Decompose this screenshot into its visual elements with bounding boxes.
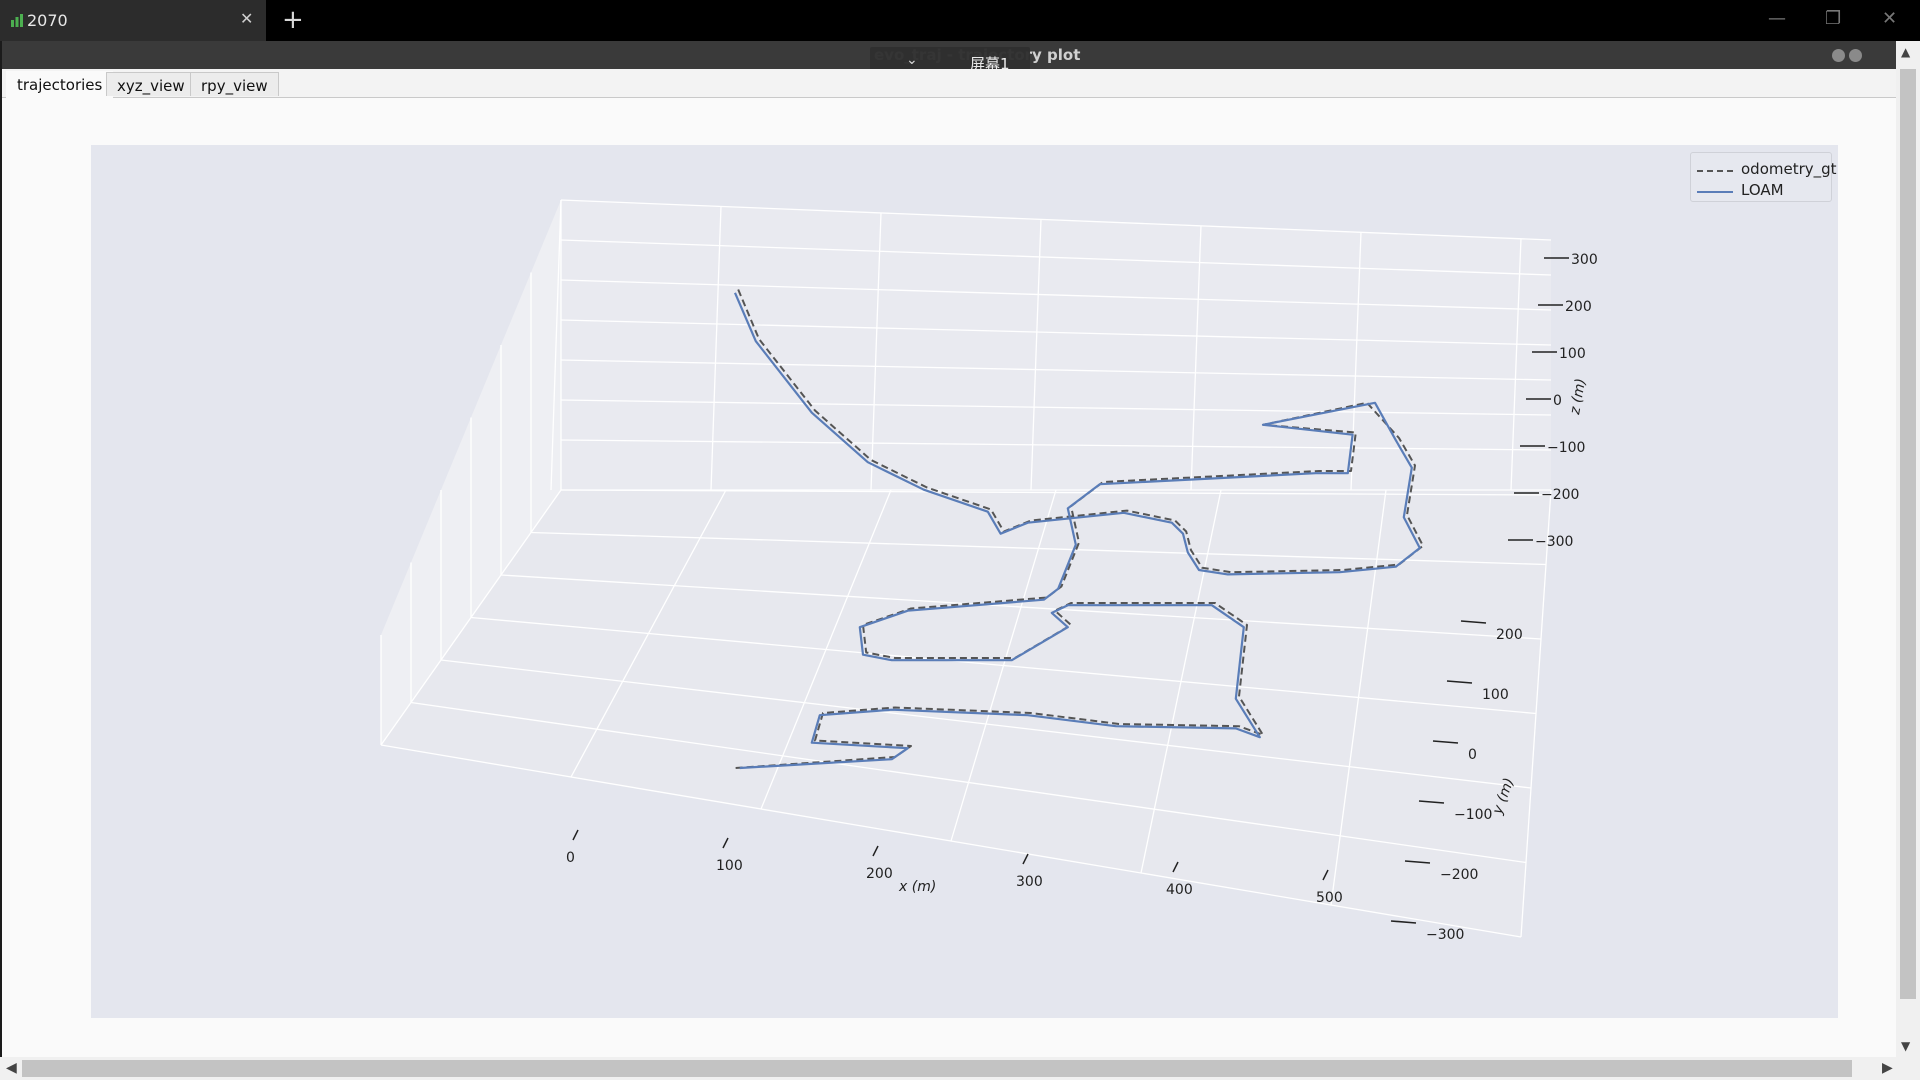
minimize-icon[interactable]: — [1768, 8, 1786, 29]
bar-chart-icon [11, 14, 23, 27]
window-close-icon[interactable]: ✕ [1882, 8, 1897, 29]
vertical-scrollbar[interactable]: ▲ ▼ [1896, 41, 1920, 1057]
solid-line-swatch [1697, 191, 1733, 193]
x-tick-label: 400 [1166, 882, 1193, 898]
new-tab-button[interactable]: + [282, 5, 304, 35]
tab-bar: trajectories xyz_view rpy_view [2, 69, 1898, 98]
x-tick-label: 200 [866, 866, 893, 882]
vertical-scroll-thumb[interactable] [1900, 69, 1916, 999]
scroll-down-icon[interactable]: ▼ [1901, 1039, 1910, 1053]
x-tick-label: 500 [1316, 890, 1343, 906]
z-axis-label: z (m) [1567, 377, 1589, 417]
z-tick-label: −100 [1547, 440, 1585, 456]
back-pane [561, 200, 1551, 490]
z-tick-label: 100 [1559, 346, 1586, 362]
y-tick-label: 200 [1496, 627, 1523, 643]
x-tick-mark [572, 829, 579, 841]
tab-xyz-view[interactable]: xyz_view [106, 72, 196, 96]
inner-title-bar: evo_traj - trajectory plot ⌄ 屏幕1 [2, 41, 1898, 77]
horizontal-scrollbar[interactable]: ◀ ▶ [0, 1057, 1920, 1080]
z-tick-label: 300 [1571, 252, 1598, 268]
browser-tab-title: 2070 [27, 11, 68, 30]
y-tick-label: 100 [1482, 687, 1509, 703]
scroll-right-icon[interactable]: ▶ [1882, 1060, 1893, 1076]
x-tick-label: 300 [1016, 874, 1043, 890]
z-tick-label: 200 [1565, 299, 1592, 315]
close-tab-icon[interactable]: ✕ [240, 9, 253, 28]
inner-maximize-icon[interactable] [1849, 49, 1862, 62]
browser-tab[interactable]: 2070 ✕ [0, 0, 266, 41]
y-tick-label: −200 [1440, 867, 1478, 883]
horizontal-scroll-thumb[interactable] [22, 1060, 1852, 1077]
y-tick-label: −300 [1426, 927, 1464, 943]
trajectory-3d-plot: 0 100 200 300 400 500 x (m) 200 100 0 −100 −200 −300… [380, 199, 1598, 943]
x-tick-mark [872, 845, 879, 857]
legend: odometry_gt LOAM [1690, 152, 1837, 202]
restore-icon[interactable]: ❐ [1825, 8, 1841, 29]
x-tick-label: 100 [716, 858, 743, 874]
tab-rpy-view[interactable]: rpy_view [190, 72, 279, 96]
x-tick-label: 0 [566, 850, 575, 866]
scroll-up-icon[interactable]: ▲ [1901, 45, 1910, 59]
legend-label-gt: odometry_gt [1741, 160, 1837, 178]
scroll-left-icon[interactable]: ◀ [6, 1060, 17, 1076]
y-tick-label: −100 [1454, 807, 1492, 823]
browser-top-bar: 2070 ✕ + — ❐ ✕ [0, 0, 1920, 41]
z-tick-label: 0 [1553, 393, 1562, 409]
tab-trajectories[interactable]: trajectories [6, 71, 114, 98]
y-tick-mark [1390, 920, 1417, 924]
x-axis-label: x (m) [898, 879, 936, 895]
z-tick-label: −200 [1541, 487, 1579, 503]
inner-window-controls [1832, 47, 1868, 63]
legend-label-loam: LOAM [1741, 181, 1784, 199]
inner-minimize-icon[interactable] [1832, 49, 1845, 62]
y-tick-label: 0 [1468, 747, 1477, 763]
x-tick-mark [1022, 853, 1029, 865]
plot-canvas[interactable]: 0 100 200 300 400 500 x (m) 200 100 0 −100 −200 −300… [91, 145, 1838, 1018]
app-window: evo_traj - trajectory plot ⌄ 屏幕1 traject… [2, 41, 1898, 1080]
x-tick-mark [722, 837, 729, 849]
chevron-down-icon[interactable]: ⌄ [906, 52, 918, 68]
dashed-line-swatch [1697, 170, 1733, 172]
z-tick-label: −300 [1535, 534, 1573, 550]
